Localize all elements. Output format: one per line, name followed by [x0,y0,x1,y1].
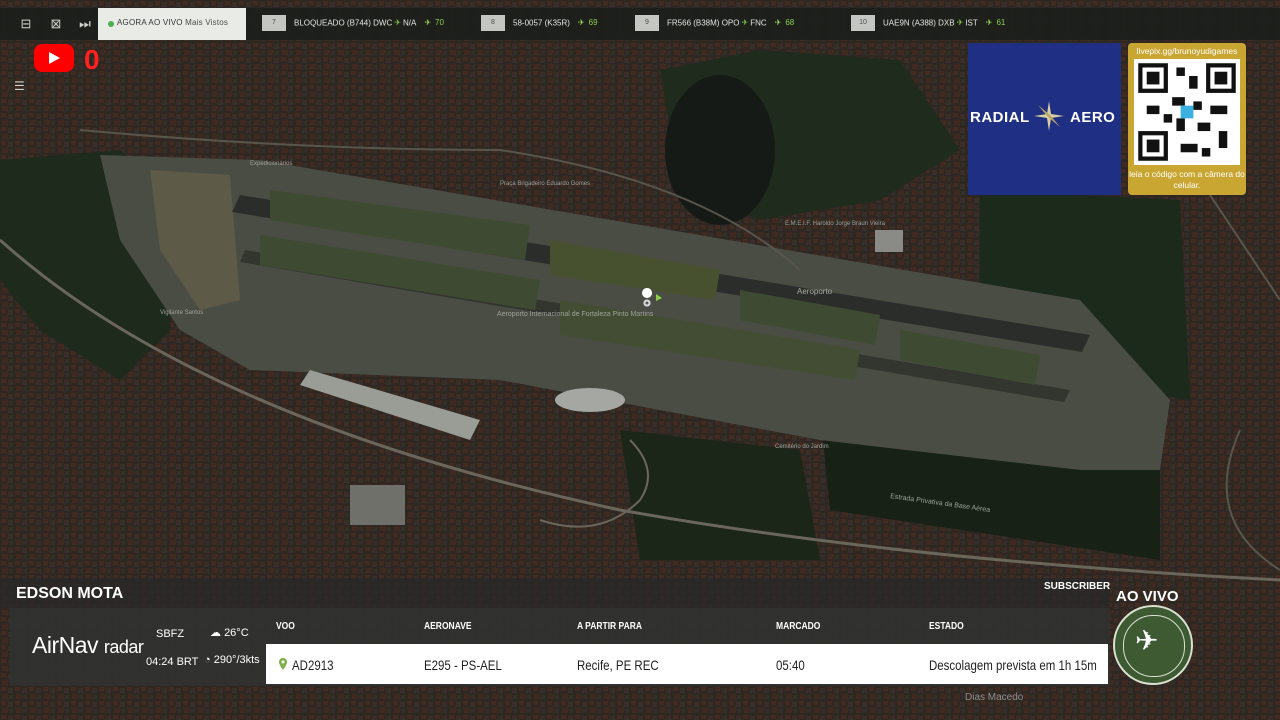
sidebar-toggle-icon[interactable]: ⊟ [18,17,34,31]
temperature: ☁ 26°C [210,627,249,639]
wind-icon: ◔ [204,654,214,666]
airnav-logo: AirNav radar [32,632,144,658]
qr-url: livepix.gg/brunoyudigames [1136,46,1238,56]
subscriber-label: SUBSCRIBER [1044,581,1111,592]
flight-entry-7[interactable]: 7 BLOQUEADO (B744) DWC ✈ N/A ✈ 70 [262,15,444,33]
viewers-icon: ✈ [774,18,782,28]
list-panel-icon[interactable]: ☰ [14,79,30,93]
ao-vivo-label: AO VIVO [1116,588,1179,605]
arrow-icon: ✈ [956,18,964,28]
cell-marcado: 05:40 [776,657,805,673]
flight-to: N/A [402,18,417,28]
youtube-counter: 0 [84,44,100,75]
flight-count: 68 [785,18,795,28]
flight-to: IST [965,18,978,28]
cell-partir: Recife, PE REC [577,657,659,673]
live-dropdown[interactable]: AGORA AO VIVO Mais Vistos ⌄ [98,8,336,40]
flight-info-box: AirNav radar SBFZ 04:24 BRT ☁ 26°C ◔ 290… [10,608,1110,686]
header-partir: A PARTIR PARA [577,621,643,632]
flight-count: 70 [435,18,444,28]
flight-entry-9[interactable]: 9 FR566 (B38M) OPO ✈ FNC ✈ 68 [635,15,794,33]
subscriber-name: EDSON MOTA [16,585,124,602]
qr-code-icon [1134,59,1240,165]
wind: ◔ 290°/3kts [204,654,260,666]
flight-rank: 8 [481,15,505,31]
youtube-icon [34,44,74,72]
header-marcado: MARCADO [776,621,821,632]
qr-code-ad: livepix.gg/brunoyudigames leia o código … [1128,43,1246,195]
live-dot-icon [108,21,114,27]
map-label-expedicionarios: Expedicionários [250,161,292,167]
viewers-icon: ✈ [424,18,432,28]
arrow-icon: ✈ [394,18,401,28]
header-aeronave: AERONAVE [424,621,472,632]
cell-aeronave: E295 - PS-AEL [424,657,502,673]
map-label-praca: Praça Brigadeiro Eduardo Gomes [500,181,590,187]
arrow-icon: ✈ [741,18,749,28]
cell-estado: Descolagem prevista em 1h 15m [929,657,1097,673]
flight-from: OPO [721,18,740,28]
flight-callsign: 58-0057 (K35R) [513,18,570,28]
location-pin-icon [279,658,287,670]
airport-code: SBFZ [156,628,185,640]
cloud-icon: ☁ [210,627,225,639]
flight-from: DXB [938,18,955,28]
map-label-vigilante: Vigilante Santos [160,310,203,316]
map-label-emeif: E.M.E.I.F. Haroldo Jorge Braun Vieira [785,221,886,227]
live-label: AGORA AO VIVO [117,18,183,27]
viewers-icon: ✈ [985,18,993,28]
live-sub: Mais Vistos [185,18,229,27]
compass-star-icon [1034,101,1064,131]
flight-callsign: UAE9N (A388) [883,18,936,28]
flight-callsign: FR566 (B38M) [667,18,720,28]
flight-row[interactable]: AD2913 E295 - PS-AEL Recife, PE REC 05:4… [266,644,1108,684]
flight-to: FNC [750,18,767,28]
viewers-icon: ✈ [577,18,585,28]
subscriber-bar: EDSON MOTA SUBSCRIBER [0,578,1110,608]
close-panel-icon[interactable]: ⊠ [48,17,64,31]
radial-aero-ad: RADIAL AERO [968,43,1121,195]
flight-rank: 10 [851,15,875,31]
aero-word: AERO [1070,109,1116,126]
next-icon[interactable]: ⏭ [77,17,93,31]
radial-word: RADIAL [970,109,1030,126]
qr-caption: leia o código com a câmera do celular. [1129,169,1245,190]
local-time: 04:24 BRT [146,656,199,668]
flight-entry-8[interactable]: 8 58-0057 (K35R) ✈ 69 [481,15,598,33]
map-label-aeroporto: Aeroporto [797,287,833,296]
flight-info-panel: EDSON MOTA SUBSCRIBER AirNav radar SBFZ … [0,578,1280,720]
flight-callsign: BLOQUEADO (B744) [294,18,371,28]
flight-rank: 7 [262,15,286,31]
map-label-cemiterio: Cemitério do Jardim [775,444,829,450]
flight-count: 69 [588,18,598,28]
flight-count: 61 [996,18,1006,28]
flight-from: DWC [373,18,393,28]
flight-entry-10[interactable]: 10 UAE9N (A388) DXB ✈ IST ✈ 61 [851,15,1005,33]
channel-badge-icon: ✈ [1113,605,1193,685]
header-voo: VOO [276,621,295,632]
flight-rank: 9 [635,15,659,31]
map-label-airport: Aeroporto Internacional de Fortaleza Pin… [497,311,654,318]
top-bar: ⊟ ⊠ ⏭ AGORA AO VIVO Mais Vistos ⌄ 7 BLOQU… [0,8,1280,40]
header-estado: ESTADO [929,621,964,632]
cell-voo: AD2913 [292,657,334,673]
